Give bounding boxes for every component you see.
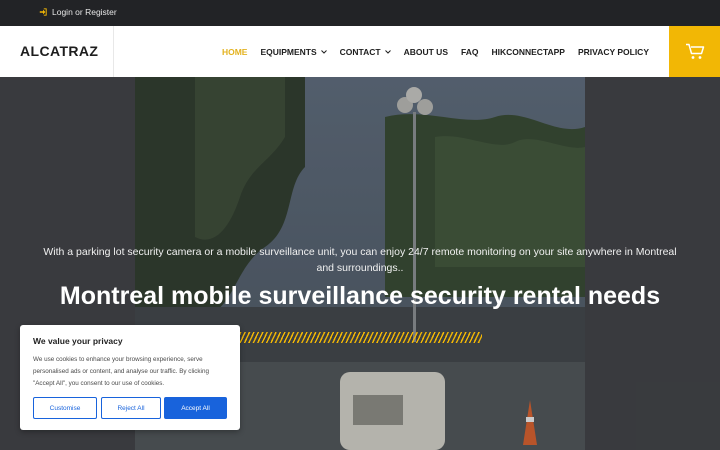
site-header: ALCATRAZ HOME EQUIPMENTS CONTACT ABOUT U… [0, 26, 720, 77]
nav-privacy-policy-label: PRIVACY POLICY [577, 46, 649, 57]
cookie-consent-banner: We value your privacy We use cookies to … [20, 325, 240, 430]
chevron-down-icon [320, 49, 327, 54]
nav-equipments-label: EQUIPMENTS [260, 46, 317, 57]
nav-about-us[interactable]: ABOUT US [404, 47, 448, 57]
cookie-title: We value your privacy [33, 336, 123, 346]
nav-home[interactable]: HOME [222, 47, 248, 57]
logo-container: ALCATRAZ [0, 26, 114, 77]
top-bar: Login or Register [0, 0, 720, 26]
site-logo[interactable]: ALCATRAZ [20, 43, 98, 59]
nav-hikconnectapp[interactable]: HIKCONNECTAPP [491, 47, 565, 57]
hero-hatch-divider [240, 332, 482, 343]
nav-faq-label: FAQ [460, 46, 479, 57]
nav-hikconnectapp-label: HIKCONNECTAPP [491, 46, 565, 57]
nav-contact[interactable]: CONTACT [340, 47, 391, 57]
nav-contact-label: CONTACT [339, 46, 381, 57]
cart-button[interactable] [669, 26, 720, 77]
nav-faq[interactable]: FAQ [461, 47, 478, 57]
main-nav: HOME EQUIPMENTS CONTACT ABOUT US FAQ HIK… [222, 26, 649, 77]
hero-title: Montreal mobile surveillance security re… [59, 282, 661, 310]
login-register-label: Login or Register [52, 7, 117, 17]
chevron-down-icon [384, 49, 391, 54]
nav-about-us-label: ABOUT US [403, 46, 448, 57]
login-register-link[interactable]: Login or Register [39, 7, 117, 17]
hero-subtitle: With a parking lot security camera or a … [43, 246, 677, 274]
nav-privacy-policy[interactable]: PRIVACY POLICY [578, 47, 649, 57]
cart-icon [685, 43, 704, 59]
nav-equipments[interactable]: EQUIPMENTS [260, 46, 327, 57]
nav-home-label: HOME [221, 46, 248, 57]
cookie-text: We use cookies to enhance your browsing … [33, 356, 209, 387]
sign-in-icon [39, 8, 47, 16]
reject-all-button[interactable]: Reject All [101, 397, 161, 419]
customise-button[interactable]: Customise [33, 397, 97, 419]
accept-all-button[interactable]: Accept All [164, 397, 227, 419]
